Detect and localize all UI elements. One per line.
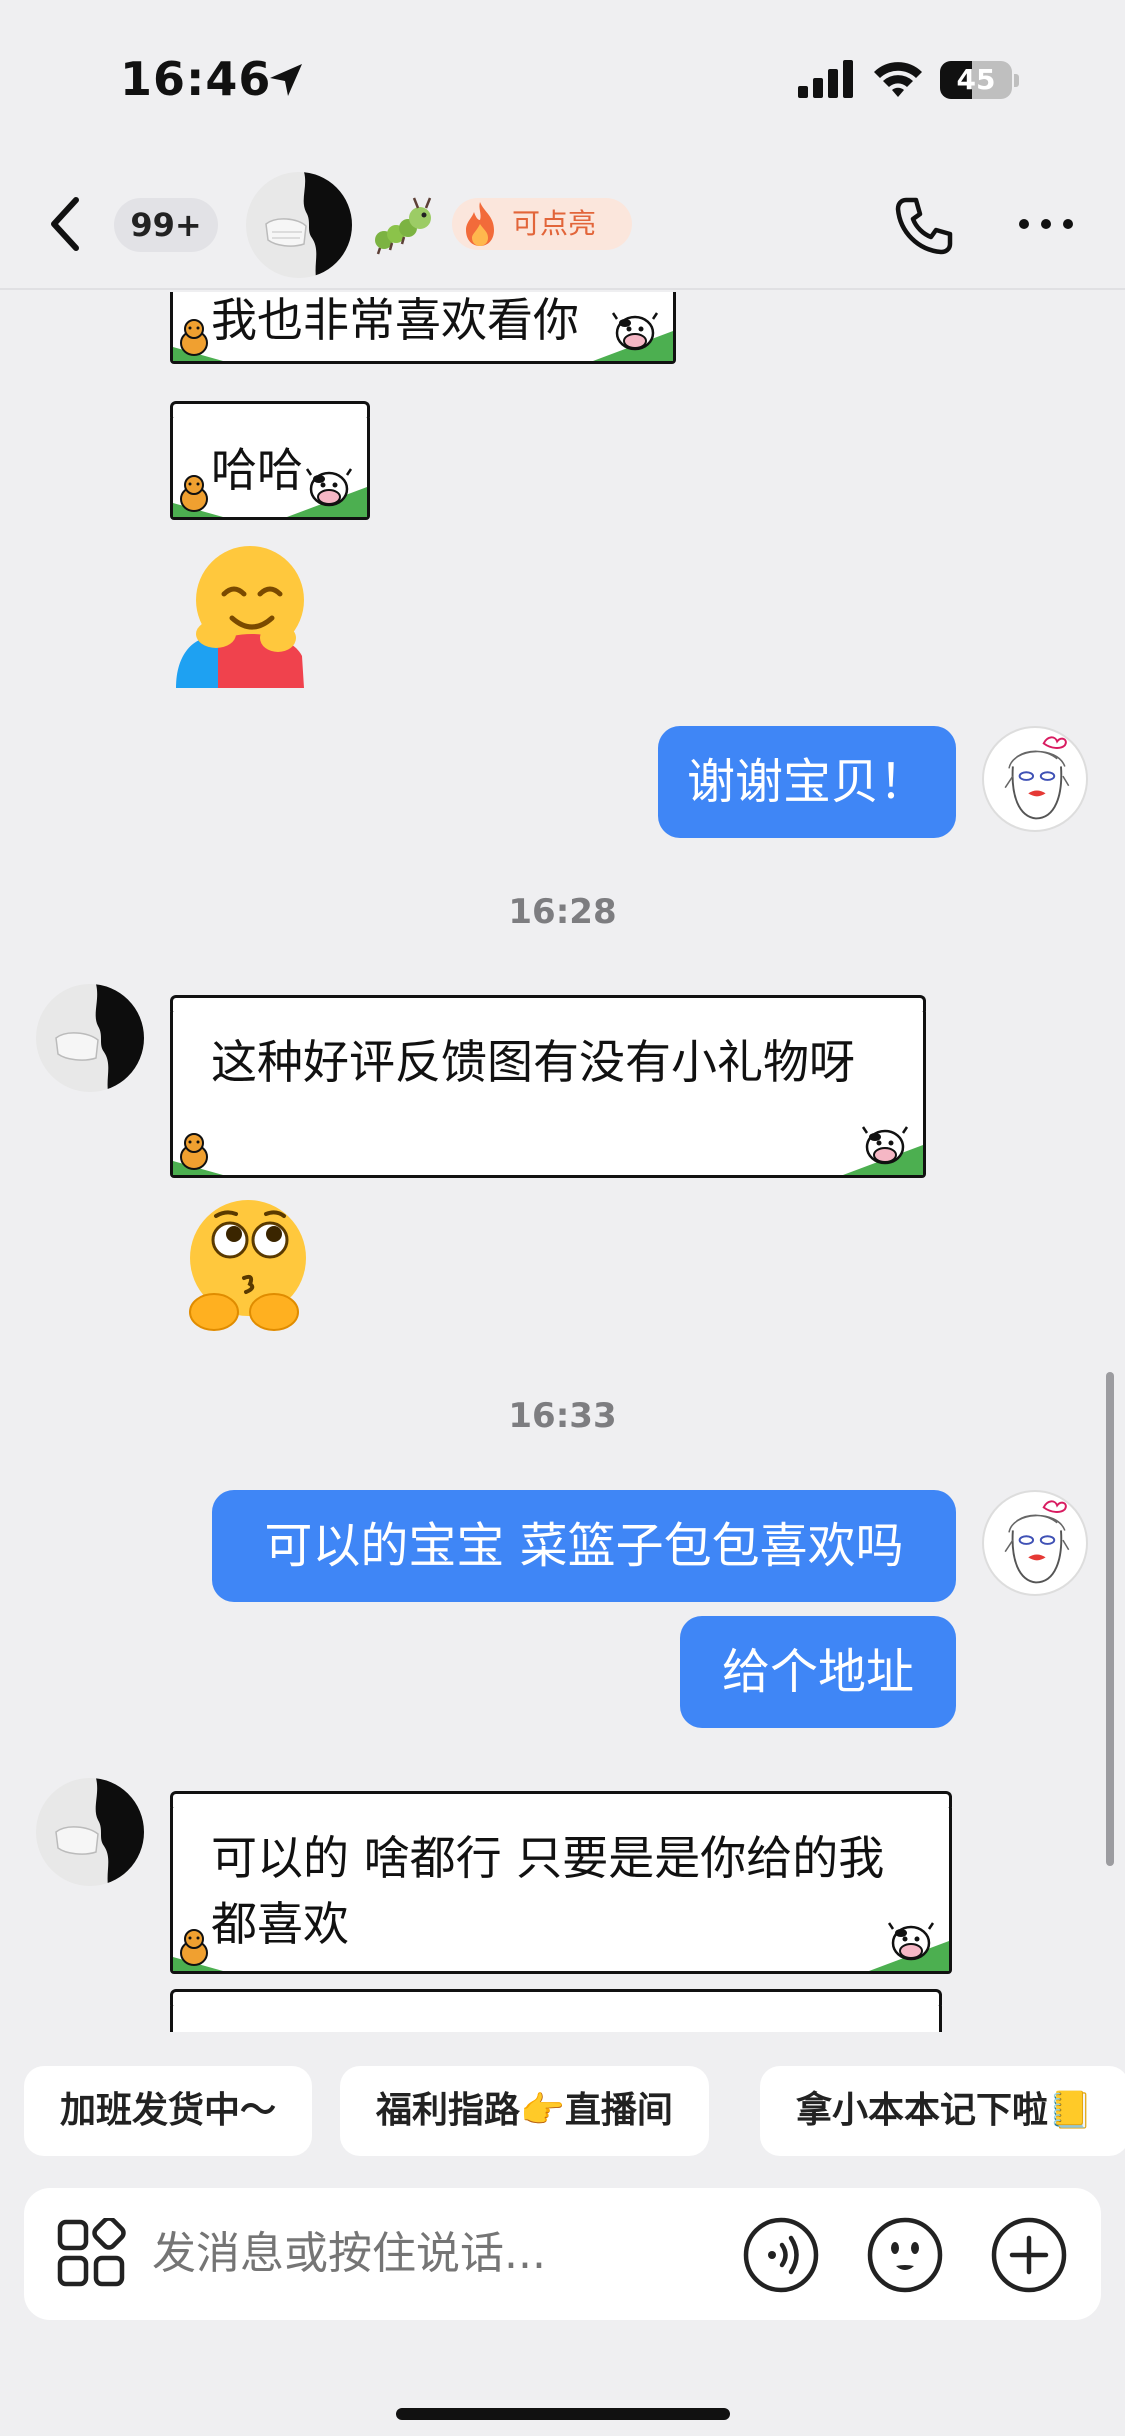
message-composer xyxy=(24,2188,1101,2320)
caterpillar-icon xyxy=(375,197,432,255)
message-bubble-sent[interactable]: 给个地址 xyxy=(680,1616,956,1728)
voice-input-icon[interactable] xyxy=(742,2216,820,2294)
dog-sticker-icon xyxy=(180,319,208,356)
message-timestamp: 16:33 xyxy=(508,1396,617,1436)
message-bubble-sent[interactable]: 可以的宝宝 菜篮子包包喜欢吗 xyxy=(212,1490,956,1602)
dog-sticker-icon xyxy=(180,475,208,512)
message-text: 可以的 啥都行 只要是是你给的我都喜欢 xyxy=(211,1831,885,1951)
battery-level: 45 xyxy=(956,63,996,96)
quick-reply-chip[interactable]: 加班发货中～ xyxy=(24,2066,313,2156)
message-text: 这种好评反馈图有没有小礼物呀 xyxy=(211,1035,855,1089)
phone-call-icon[interactable] xyxy=(892,194,956,258)
message-bubble-received[interactable] xyxy=(170,1989,942,2032)
quick-reply-chip[interactable]: 拿小本本记下啦📒 xyxy=(760,2066,1125,2156)
dog-sticker-icon xyxy=(180,1929,208,1966)
contact-avatar[interactable] xyxy=(36,1778,144,1886)
message-timestamp: 16:28 xyxy=(508,892,617,932)
cow-sticker-icon xyxy=(887,1922,935,1961)
cow-sticker-icon xyxy=(305,468,353,507)
hug-emoji[interactable] xyxy=(170,538,320,688)
message-bubble-received[interactable]: 可以的 啥都行 只要是是你给的我都喜欢 xyxy=(170,1791,952,1974)
my-avatar[interactable] xyxy=(982,1490,1088,1596)
contact-avatar[interactable] xyxy=(36,984,144,1092)
status-time: 16:46 xyxy=(120,52,272,106)
contact-avatar[interactable] xyxy=(246,172,352,278)
more-options-icon[interactable] xyxy=(1016,212,1076,236)
cow-sticker-icon xyxy=(611,312,659,351)
spark-badge[interactable]: 可点亮 xyxy=(452,198,632,250)
message-bubble-sent[interactable]: 谢谢宝贝！ xyxy=(658,726,956,838)
unread-count-badge[interactable]: 99+ xyxy=(114,198,218,252)
chat-scrollbar[interactable] xyxy=(1106,1372,1114,1866)
message-input[interactable] xyxy=(152,2188,712,2320)
cow-sticker-icon xyxy=(861,1126,909,1165)
quick-reply-chip[interactable]: 福利指路👉直播间 xyxy=(340,2066,709,2156)
status-bar: 16:46 45 xyxy=(0,0,1125,150)
location-arrow-icon xyxy=(270,64,302,96)
plus-icon[interactable] xyxy=(990,2216,1068,2294)
battery-icon: 45 xyxy=(940,61,1020,101)
emoji-icon[interactable] xyxy=(866,2216,944,2294)
quick-reply-bar: 加班发货中～ 福利指路👉直播间 拿小本本记下啦📒 xyxy=(0,2066,1125,2158)
message-text: 我也非常喜欢看你 xyxy=(211,293,579,347)
home-indicator[interactable] xyxy=(396,2408,730,2420)
pleading-emoji[interactable] xyxy=(170,1192,320,1342)
chat-area[interactable]: 我也非常喜欢看你 哈哈 谢谢宝贝！ 16:28 这种好评反馈图有没有小礼物呀 1… xyxy=(0,292,1125,2032)
back-chevron-icon[interactable] xyxy=(42,194,92,254)
message-bubble-received[interactable]: 哈哈 xyxy=(170,401,370,520)
apps-grid-icon[interactable] xyxy=(56,2218,126,2288)
my-avatar[interactable] xyxy=(982,726,1088,832)
message-bubble-received[interactable]: 我也非常喜欢看你 xyxy=(170,292,676,364)
chat-header: 99+ 可点亮 xyxy=(0,160,1125,290)
cellular-signal-icon xyxy=(798,60,853,98)
dog-sticker-icon xyxy=(180,1133,208,1170)
spark-label: 可点亮 xyxy=(512,207,597,240)
wifi-icon xyxy=(874,62,922,97)
fire-icon xyxy=(466,202,494,246)
message-bubble-received[interactable]: 这种好评反馈图有没有小礼物呀 xyxy=(170,995,926,1178)
